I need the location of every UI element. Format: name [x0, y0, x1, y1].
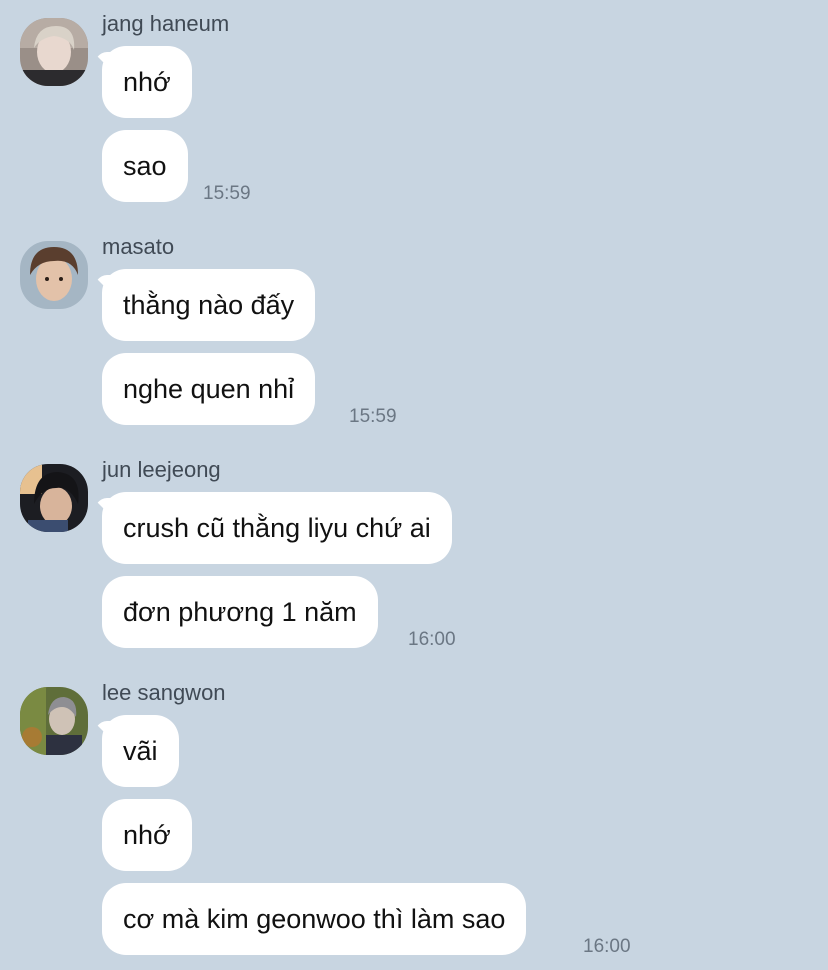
message-group: masato thằng nào đấy nghe quen nhỉ 15:59 — [0, 233, 828, 433]
message-timestamp: 15:59 — [349, 406, 397, 427]
sender-name[interactable]: jang haneum — [102, 10, 229, 38]
message-bubble[interactable]: nghe quen nhỉ — [102, 353, 316, 425]
sender-name[interactable]: jun leejeong — [102, 456, 221, 484]
message-bubble[interactable]: thằng nào đấy — [102, 269, 316, 341]
avatar[interactable] — [20, 464, 88, 532]
message-bubble[interactable]: nhớ — [102, 799, 192, 871]
profile-photo-icon — [20, 241, 88, 309]
message-bubble[interactable]: sao — [102, 130, 188, 202]
avatar[interactable] — [20, 241, 88, 309]
message-bubble[interactable]: đơn phương 1 năm — [102, 576, 378, 648]
message-group: jun leejeong crush cũ thằng liyu chứ ai … — [0, 456, 828, 656]
message-timestamp: 15:59 — [203, 183, 251, 204]
message-bubble[interactable]: crush cũ thằng liyu chứ ai — [102, 492, 452, 564]
message-group: jang haneum nhớ sao 15:59 — [0, 10, 828, 210]
message-timestamp: 16:00 — [408, 629, 456, 650]
sender-name[interactable]: masato — [102, 233, 174, 261]
message-bubble[interactable]: vãi — [102, 715, 179, 787]
message-bubble[interactable]: nhớ — [102, 46, 192, 118]
message-bubble[interactable]: cơ mà kim geonwoo thì làm sao — [102, 883, 527, 955]
avatar[interactable] — [20, 687, 88, 755]
sender-name[interactable]: lee sangwon — [102, 679, 226, 707]
message-timestamp: 16:00 — [583, 936, 631, 957]
profile-photo-icon — [20, 687, 88, 755]
profile-photo-icon — [20, 464, 88, 532]
profile-photo-icon — [20, 18, 88, 86]
avatar[interactable] — [20, 18, 88, 86]
message-group: lee sangwon vãi nhớ cơ mà kim geonwoo th… — [0, 679, 828, 970]
